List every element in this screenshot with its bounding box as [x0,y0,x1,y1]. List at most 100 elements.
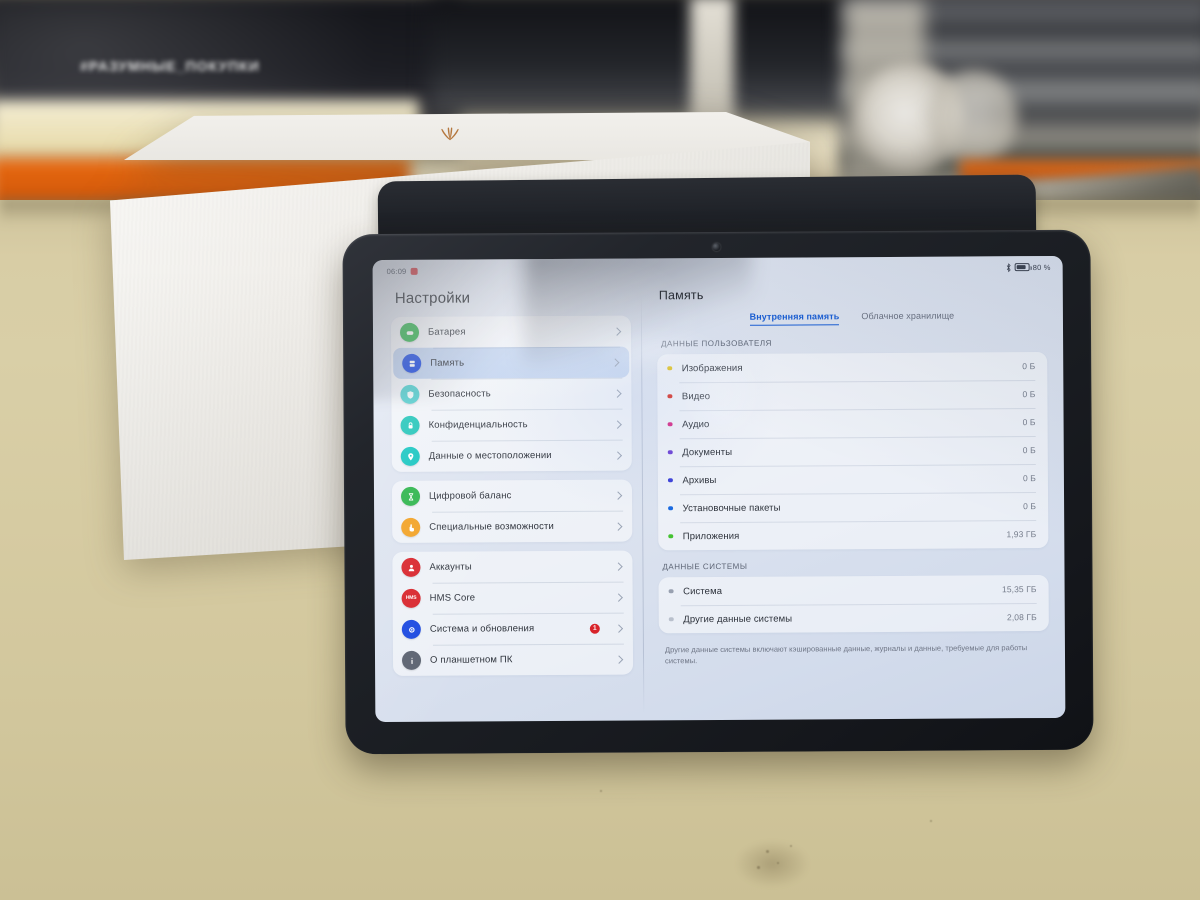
section-heading-user-data: ДАННЫЕ ПОЛЬЗОВАТЕЛЯ [661,338,772,349]
chevron-right-icon [613,490,623,500]
row-value: 2,08 ГБ [1006,612,1037,623]
category-dot-icon [667,478,673,483]
huawei-logo-icon [433,126,467,142]
user-data-card: Изображения 0 Б Видео 0 Б Аудио 0 Б Доку… [657,351,1049,551]
sidebar-item-privacy[interactable]: Конфиденциальность [391,409,631,441]
category-dot-icon [668,506,673,511]
store-ceiling-dark [430,0,860,116]
chevron-right-icon [612,326,622,336]
row-value: 15,35 ГБ [1001,584,1037,595]
table-speck [790,845,792,847]
sidebar-group-1: Батарея Память Безопасность Конфиденциал… [390,315,632,472]
sidebar-item-system-update[interactable]: Система и обновления 1 [393,613,633,645]
tablet-device: 06:09 80 % Настройки Батарея Память Безо… [342,229,1094,755]
status-badge: 1 [589,623,600,634]
row-value: 0 Б [1022,445,1036,456]
sidebar-item-location[interactable]: Данные о местоположении [392,440,632,472]
sidebar-item-label: О планшетном ПК [429,654,513,666]
row-value: 0 Б [1022,361,1036,372]
row-value: 0 Б [1022,417,1036,428]
table-speck [600,790,602,792]
chevron-right-icon [610,357,620,367]
sidebar-group-3: Аккаунты HMS HMS Core Система и обновлен… [392,550,634,676]
row-label: Изображения [681,362,743,374]
alarm-icon [410,267,418,275]
sidebar-item-security[interactable]: Безопасность [391,378,631,410]
sidebar-item-hms-core[interactable]: HMS HMS Core [393,582,633,614]
sidebar-item-accessibility[interactable]: Специальные возможности [392,511,632,543]
section-heading-system-data: ДАННЫЕ СИСТЕМЫ [662,561,748,572]
table-row[interactable]: Видео 0 Б [657,380,1047,410]
front-camera-icon [712,242,721,252]
sidebar-item-label: Память [430,357,465,369]
store-sign-text: #РАЗУМНЫЕ_ПОКУПКИ [80,58,320,84]
category-dot-icon [667,366,672,371]
row-label: Аудио [682,418,710,430]
table-smudge [735,840,810,888]
sidebar-item-accounts[interactable]: Аккаунты [392,551,632,583]
tab-cloud-storage[interactable]: Облачное хранилище [861,311,954,326]
shield-icon [400,384,420,404]
chevron-right-icon [614,561,623,571]
sidebar-item-label: Безопасность [428,388,491,400]
status-bar-right: 80 % [1006,262,1051,272]
bluetooth-icon [1006,262,1011,272]
sidebar-item-label: Конфиденциальность [428,419,528,431]
category-dot-icon [667,450,673,455]
sidebar-item-battery[interactable]: Батарея [391,316,631,348]
fan-object-secondary [930,70,1018,165]
page-title: Настройки [394,289,471,307]
row-value: 1,93 ГБ [1006,529,1037,540]
category-dot-icon [667,422,673,427]
sidebar-item-digital-balance[interactable]: Цифровой баланс [392,480,632,512]
sidebar-item-storage[interactable]: Память [393,346,630,379]
chevron-right-icon [613,388,622,398]
accessibility-icon [401,517,421,537]
sidebar-item-label: Специальные возможности [429,521,554,533]
table-row[interactable]: Архивы 0 Б [658,464,1048,494]
table-row[interactable]: Система 15,35 ГБ [659,575,1049,605]
sidebar-item-about-tablet[interactable]: О планшетном ПК [393,644,633,676]
location-icon [400,446,420,466]
table-speck [757,866,760,869]
system-update-icon [401,619,421,639]
table-row[interactable]: Установочные пакеты 0 Б [658,492,1048,522]
tab-internal-storage[interactable]: Внутренняя память [749,311,840,326]
lock-icon [400,415,420,435]
table-row[interactable]: Аудио 0 Б [658,408,1048,438]
table-row[interactable]: Документы 0 Б [658,436,1048,466]
row-label: Архивы [682,474,717,486]
row-value: 0 Б [1022,473,1036,484]
status-bar-clock: 06:09 [386,266,407,276]
sidebar-item-label: Аккаунты [429,561,472,573]
info-icon [401,650,422,670]
chevron-right-icon [614,654,624,664]
store-sign-label: #РАЗУМНЫЕ_ПОКУПКИ [80,58,260,74]
category-dot-icon [667,394,672,399]
hms-icon: HMS [401,588,421,608]
settings-sidebar: Настройки Батарея Память Безопасность Ко… [373,277,644,722]
row-label: Видео [681,390,711,402]
sidebar-item-label: Данные о местоположении [428,450,552,462]
storage-icon [402,353,422,373]
sidebar-item-label: HMS Core [429,592,476,604]
row-label: Система [683,585,723,597]
table-row[interactable]: Изображения 0 Б [657,352,1047,382]
settings-app: Настройки Батарея Память Безопасность Ко… [373,275,1066,722]
table-speck [930,820,932,822]
tablet-screen: 06:09 80 % Настройки Батарея Память Безо… [372,255,1066,723]
row-label: Другие данные системы [683,613,793,625]
sidebar-item-label: Батарея [427,326,466,338]
table-row[interactable]: Другие данные системы 2,08 ГБ [659,603,1049,633]
table-speck [766,850,769,853]
sidebar-item-label: Цифровой баланс [428,490,512,502]
memory-detail-pane: Память Внутренняя память Облачное хранил… [640,275,1066,721]
chevron-right-icon [614,623,624,633]
chevron-right-icon [614,592,623,602]
system-data-card: Система 15,35 ГБ Другие данные системы 2… [658,574,1049,634]
hourglass-icon [400,486,421,506]
table-row[interactable]: Приложения 1,93 ГБ [658,520,1048,550]
storage-tabs: Внутренняя память Облачное хранилище [657,310,1047,326]
battery-level-label: 80 % [1032,262,1051,272]
chevron-right-icon [613,419,622,429]
